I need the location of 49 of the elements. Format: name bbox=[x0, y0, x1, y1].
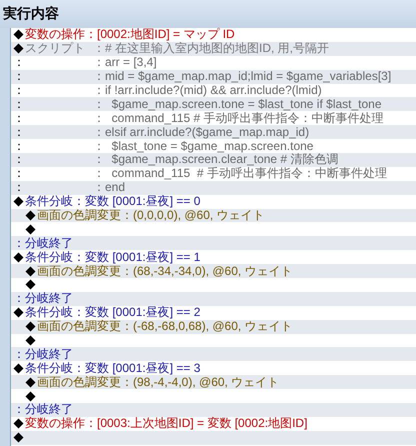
continuation-marker: ： bbox=[13, 112, 26, 125]
continuation-marker: ： bbox=[13, 167, 26, 180]
branch-end-text[interactable]: ：分岐終了 bbox=[13, 403, 73, 416]
script-line[interactable]: ： $game_map.screen.clear_tone # 清除色调 bbox=[93, 153, 338, 166]
continuation-marker: ： bbox=[13, 70, 26, 84]
diamond-icon bbox=[13, 362, 24, 374]
command-text[interactable]: 変数の操作：[0003:上次地图ID] = 変数 [0002:地图ID] bbox=[25, 417, 308, 430]
continuation-marker: ： bbox=[13, 140, 26, 153]
diamond-icon bbox=[25, 335, 36, 346]
diamond-icon bbox=[25, 224, 36, 235]
continuation-marker: ： bbox=[13, 84, 26, 97]
continuation-marker: ： bbox=[13, 56, 26, 70]
command-text[interactable]: 条件分岐：変数 [0001:昼夜] == 0 bbox=[25, 195, 200, 208]
panel-title: 実行内容 bbox=[3, 5, 59, 23]
continuation-marker: ： bbox=[13, 98, 26, 111]
script-label: スクリプト bbox=[25, 42, 86, 56]
script-text[interactable]: ：# 在这里输入室内地图的地图ID, 用,号隔开 bbox=[93, 42, 330, 56]
diamond-icon bbox=[13, 307, 24, 318]
diamond-icon bbox=[13, 43, 24, 54]
continuation-marker: ： bbox=[13, 153, 26, 166]
diamond-icon bbox=[13, 29, 24, 40]
branch-end-text[interactable]: ：分岐終了 bbox=[13, 348, 73, 361]
diamond-icon bbox=[25, 210, 36, 222]
branch-end-text[interactable]: ：分岐終了 bbox=[13, 236, 73, 250]
diamond-icon bbox=[13, 418, 24, 430]
continuation-marker: ： bbox=[13, 181, 26, 194]
diamond-icon bbox=[13, 196, 24, 208]
script-line[interactable]: ：arr = [3,4] bbox=[93, 56, 157, 70]
command-text[interactable]: 条件分岐：変数 [0001:昼夜] == 3 bbox=[25, 362, 200, 375]
script-line[interactable]: ： command_115 # 手动呼出事件指令：中断事件处理 bbox=[93, 167, 387, 180]
script-line[interactable]: ： command_115 # 手动呼出事件指令：中断事件处理 bbox=[93, 112, 384, 125]
diamond-icon bbox=[25, 266, 36, 277]
script-line[interactable]: ：elsif arr.include?($game_map.map_id) bbox=[93, 126, 310, 139]
script-line[interactable]: ：mid = $game_map.map_id;lmid = $game_variables[3] bbox=[93, 70, 392, 84]
diamond-icon bbox=[13, 252, 24, 263]
command-text[interactable]: 変数の操作：[0002:地图ID] = マップ ID bbox=[25, 28, 235, 42]
command-text[interactable]: 条件分岐：変数 [0001:昼夜] == 2 bbox=[25, 306, 200, 320]
script-line[interactable]: ：end bbox=[93, 181, 126, 194]
script-line[interactable]: ：if !arr.include?(mid) && arr.include?(lmid) bbox=[93, 84, 322, 97]
script-line[interactable]: ： $game_map.screen.tone = $last_tone if $last_tone bbox=[93, 98, 382, 111]
diamond-icon bbox=[25, 279, 36, 290]
diamond-icon bbox=[25, 321, 36, 332]
script-line[interactable]: ： $last_tone = $game_map.screen.tone bbox=[93, 140, 314, 153]
continuation-marker: ： bbox=[13, 126, 26, 139]
command-text[interactable]: 条件分岐：変数 [0001:昼夜] == 1 bbox=[25, 250, 200, 264]
branch-end-text[interactable]: ：分岐終了 bbox=[13, 292, 73, 306]
diamond-icon bbox=[25, 376, 36, 388]
diamond-icon bbox=[25, 390, 36, 402]
diamond-icon bbox=[13, 432, 24, 444]
